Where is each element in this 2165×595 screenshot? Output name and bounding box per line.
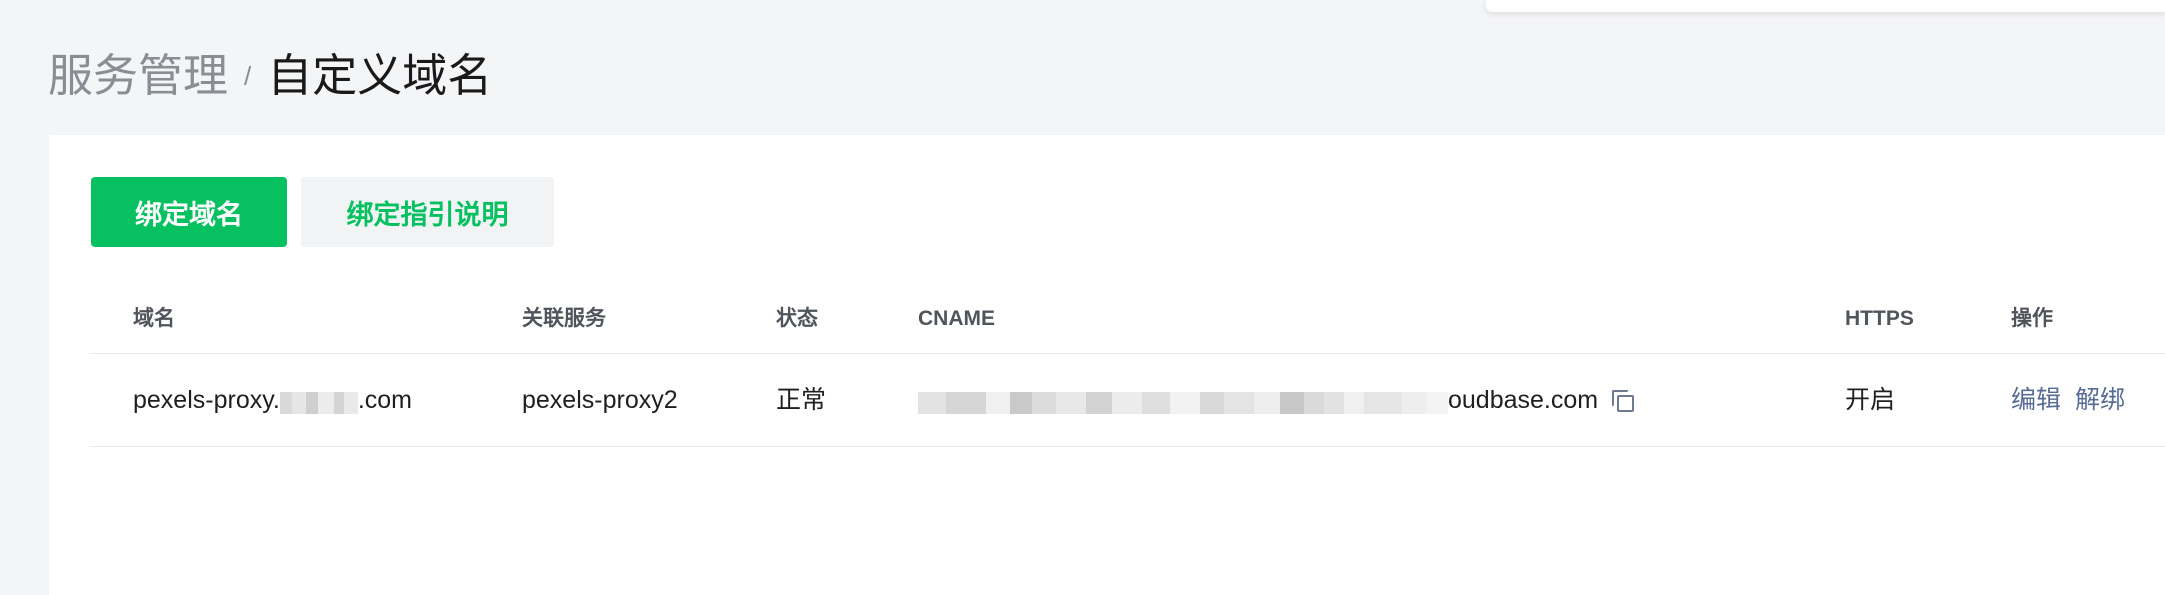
header-https: HTTPS [1845, 307, 1914, 330]
domain-table: 域名 关联服务 状态 CNAME HTTPS 操作 pexels-proxy..… [91, 285, 2165, 447]
bind-guide-button[interactable]: 绑定指引说明 [301, 177, 554, 247]
actions-cell: 编辑 解绑 [2011, 354, 2139, 446]
header-service: 关联服务 [522, 307, 606, 330]
table-row: pexels-proxy. .com pexels-proxy2 正常 oudba… [91, 354, 2165, 447]
cname-cell: oudbase.com [918, 354, 1635, 447]
service-cell: pexels-proxy2 [522, 386, 678, 414]
toolbar: 绑定域名 绑定指引说明 [91, 177, 554, 247]
cname-suffix: oudbase.com [1448, 386, 1599, 414]
header-domain: 域名 [133, 307, 175, 330]
redacted-mask [279, 355, 358, 447]
edit-link[interactable]: 编辑 [2011, 386, 2061, 414]
breadcrumb-parent-link[interactable]: 服务管理 [48, 46, 228, 106]
header-status: 状态 [776, 307, 818, 330]
redacted-mask [918, 355, 1448, 447]
https-cell: 开启 [1845, 386, 1896, 414]
domain-suffix: .com [357, 386, 413, 414]
domain-prefix: pexels-proxy. [133, 386, 280, 414]
top-popover-edge [1486, 0, 2165, 12]
unbind-link[interactable]: 解绑 [2075, 386, 2125, 414]
table-header: 域名 关联服务 状态 CNAME HTTPS 操作 [91, 285, 2165, 354]
header-cname: CNAME [918, 307, 995, 330]
bind-domain-button[interactable]: 绑定域名 [91, 177, 287, 247]
content-card: 绑定域名 绑定指引说明 域名 关联服务 状态 CNAME HTTPS 操作 pe… [49, 135, 2165, 595]
page-title: 自定义域名 [267, 50, 493, 101]
status-cell: 正常 [776, 386, 827, 414]
domain-cell: pexels-proxy. .com [133, 354, 412, 447]
breadcrumb-separator: / [244, 61, 252, 91]
breadcrumb: 服务管理 / 自定义域名 [48, 46, 492, 106]
copy-icon[interactable] [1612, 390, 1635, 413]
header-actions: 操作 [2011, 307, 2053, 330]
